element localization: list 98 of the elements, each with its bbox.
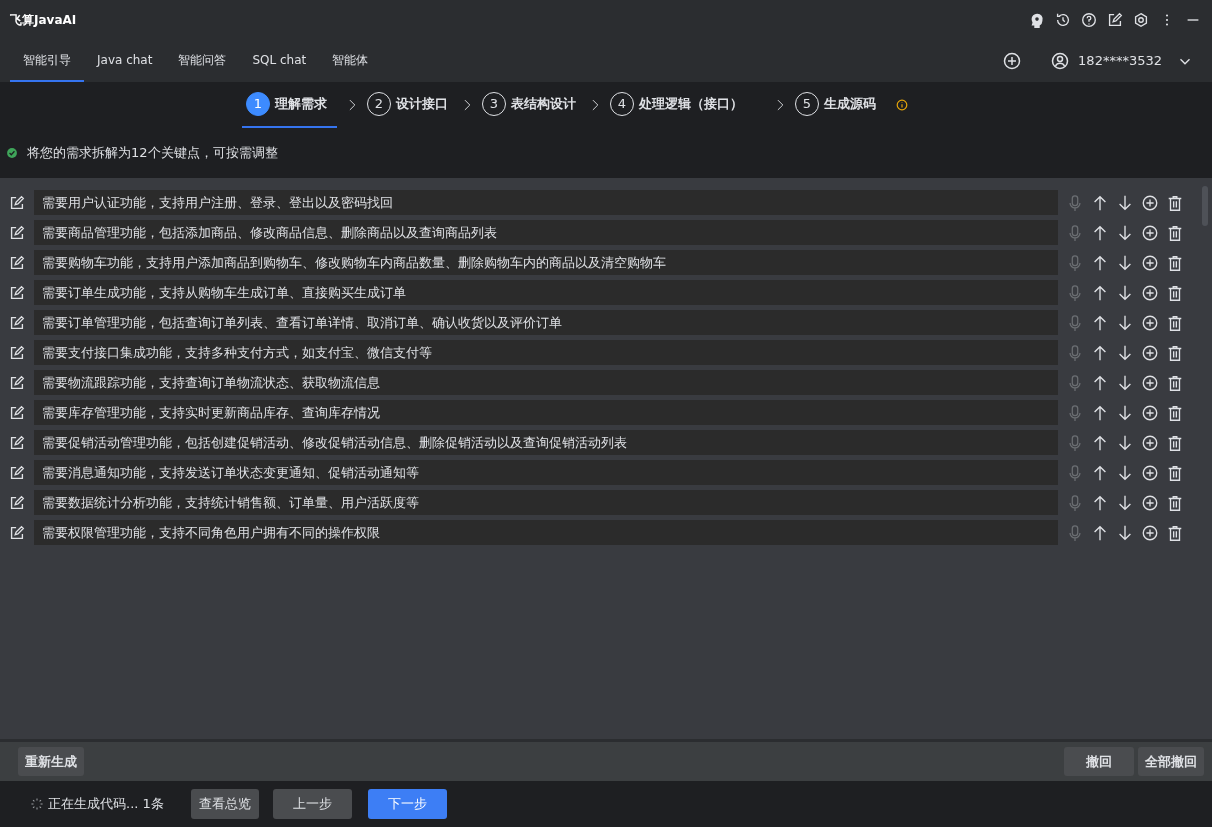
requirement-field[interactable]: 需要商品管理功能，包括添加商品、修改商品信息、删除商品以及查询商品列表 — [34, 220, 1058, 245]
user-icon[interactable] — [1050, 51, 1071, 71]
requirement-field[interactable]: 需要促销活动管理功能，包括创建促销活动、修改促销活动信息、删除促销活动以及查询促销活动列表 — [34, 430, 1058, 455]
add-icon[interactable] — [1141, 523, 1159, 542]
add-icon[interactable] — [1141, 403, 1159, 422]
undo-all-button[interactable]: 全部撤回 — [1138, 746, 1204, 777]
status-text: 正在生成代码... — [48, 795, 139, 814]
delete-icon[interactable] — [1166, 463, 1184, 482]
requirement-field[interactable]: 需要权限管理功能，支持不同角色用户拥有不同的操作权限 — [34, 520, 1058, 545]
arrow-down-icon[interactable] — [1116, 403, 1134, 422]
delete-icon[interactable] — [1166, 283, 1184, 302]
arrow-down-icon[interactable] — [1116, 283, 1134, 302]
add-icon[interactable] — [1141, 253, 1159, 272]
arrow-down-icon[interactable] — [1116, 523, 1134, 542]
requirement-field[interactable]: 需要订单管理功能，包括查询订单列表、查看订单详情、取消订单、确认收货以及评价订单 — [34, 310, 1058, 335]
arrow-up-icon[interactable] — [1091, 373, 1109, 392]
edit-icon[interactable] — [8, 223, 26, 242]
arrow-up-icon[interactable] — [1091, 313, 1109, 332]
edit-icon[interactable] — [8, 433, 26, 452]
previous-button[interactable]: 上一步 — [272, 789, 352, 819]
arrow-up-icon[interactable] — [1091, 283, 1109, 302]
arrow-down-icon[interactable] — [1116, 373, 1134, 392]
add-icon[interactable] — [1141, 493, 1159, 512]
requirement-field[interactable]: 需要订单生成功能，支持从购物车生成订单、直接购买生成订单 — [34, 280, 1058, 305]
requirement-field[interactable]: 需要数据统计分析功能，支持统计销售额、订单量、用户活跃度等 — [34, 490, 1058, 515]
add-icon[interactable] — [1141, 433, 1159, 452]
tab[interactable]: SQL chat — [239, 40, 320, 82]
window-title: 飞算JavaAI — [10, 12, 77, 29]
delete-icon[interactable] — [1166, 313, 1184, 332]
arrow-up-icon[interactable] — [1091, 433, 1109, 452]
arrow-down-icon[interactable] — [1116, 253, 1134, 272]
arrow-up-icon[interactable] — [1091, 403, 1109, 422]
edit-icon[interactable] — [8, 403, 26, 422]
add-icon[interactable] — [1141, 313, 1159, 332]
edit-icon[interactable] — [8, 463, 26, 482]
settings-icon[interactable] — [1132, 11, 1150, 29]
add-icon[interactable] — [1141, 343, 1159, 362]
add-icon[interactable] — [1141, 283, 1159, 302]
requirement-field[interactable]: 需要购物车功能，支持用户添加商品到购物车、修改购物车内商品数量、删除购物车内的商品以及清空购物车 — [34, 250, 1058, 275]
arrow-up-icon[interactable] — [1091, 193, 1109, 212]
count-text: 1条 — [142, 795, 164, 814]
add-icon[interactable] — [1141, 223, 1159, 242]
edit-icon[interactable] — [8, 283, 26, 302]
loading-spinner-icon — [30, 795, 44, 813]
edit-icon[interactable] — [1106, 11, 1124, 29]
arrow-down-icon[interactable] — [1116, 433, 1134, 452]
add-icon[interactable] — [1002, 51, 1023, 71]
undo-button[interactable]: 撤回 — [1064, 746, 1134, 777]
delete-icon[interactable] — [1166, 433, 1184, 452]
add-icon[interactable] — [1141, 373, 1159, 392]
delete-icon[interactable] — [1166, 403, 1184, 422]
requirement-field[interactable]: 需要库存管理功能，支持实时更新商品库存、查询库存情况 — [34, 400, 1058, 425]
arrow-down-icon[interactable] — [1116, 313, 1134, 332]
edit-icon[interactable] — [8, 373, 26, 392]
step-tab[interactable]: 4 处理逻辑（接口） — [606, 82, 747, 128]
edit-icon[interactable] — [8, 493, 26, 512]
edit-icon[interactable] — [8, 313, 26, 332]
step-tab[interactable]: 5 生成源码 — [791, 82, 880, 128]
step-tab[interactable]: 2 设计接口 — [363, 82, 452, 128]
arrow-down-icon[interactable] — [1116, 343, 1134, 362]
history-icon[interactable] — [1054, 11, 1072, 29]
step-tab[interactable]: 3 表结构设计 — [478, 82, 580, 128]
arrow-up-icon[interactable] — [1091, 523, 1109, 542]
delete-icon[interactable] — [1166, 523, 1184, 542]
requirement-field[interactable]: 需要用户认证功能，支持用户注册、登录、登出以及密码找回 — [34, 190, 1058, 215]
arrow-down-icon[interactable] — [1116, 493, 1134, 512]
account-phone[interactable]: 182****3532 — [1078, 51, 1162, 71]
arrow-down-icon[interactable] — [1116, 193, 1134, 212]
arrow-down-icon[interactable] — [1116, 463, 1134, 482]
arrow-up-icon[interactable] — [1091, 493, 1109, 512]
delete-icon[interactable] — [1166, 223, 1184, 242]
overview-button[interactable]: 查看总览 — [190, 789, 259, 819]
arrow-up-icon[interactable] — [1091, 343, 1109, 362]
arrow-up-icon[interactable] — [1091, 223, 1109, 242]
edit-icon[interactable] — [8, 523, 26, 542]
requirement-field[interactable]: 需要消息通知功能，支持发送订单状态变更通知、促销活动通知等 — [34, 460, 1058, 485]
edit-icon[interactable] — [8, 343, 26, 362]
delete-icon[interactable] — [1166, 493, 1184, 512]
help-icon[interactable] — [1080, 11, 1098, 29]
edit-icon[interactable] — [8, 193, 26, 212]
edit-icon[interactable] — [8, 253, 26, 272]
requirement-field[interactable]: 需要物流跟踪功能，支持查询订单物流状态、获取物流信息 — [34, 370, 1058, 395]
tab[interactable]: 智能体 — [319, 40, 382, 82]
arrow-down-icon[interactable] — [1116, 223, 1134, 242]
delete-icon[interactable] — [1166, 373, 1184, 392]
delete-icon[interactable] — [1166, 253, 1184, 272]
add-icon[interactable] — [1141, 463, 1159, 482]
next-button[interactable]: 下一步 — [367, 789, 447, 819]
add-icon[interactable] — [1141, 193, 1159, 212]
delete-icon[interactable] — [1166, 343, 1184, 362]
arrow-up-icon[interactable] — [1091, 463, 1109, 482]
tab[interactable]: 智能问答 — [165, 40, 240, 82]
requirement-field[interactable]: 需要支付接口集成功能，支持多种支付方式，如支付宝、微信支付等 — [34, 340, 1058, 365]
regenerate-button[interactable]: 重新生成 — [18, 746, 84, 777]
notice-text: 将您的需求拆解为12个关键点，可按需调整 — [27, 144, 278, 163]
tab[interactable]: Java chat — [84, 40, 166, 82]
delete-icon[interactable] — [1166, 193, 1184, 212]
arrow-up-icon[interactable] — [1091, 253, 1109, 272]
